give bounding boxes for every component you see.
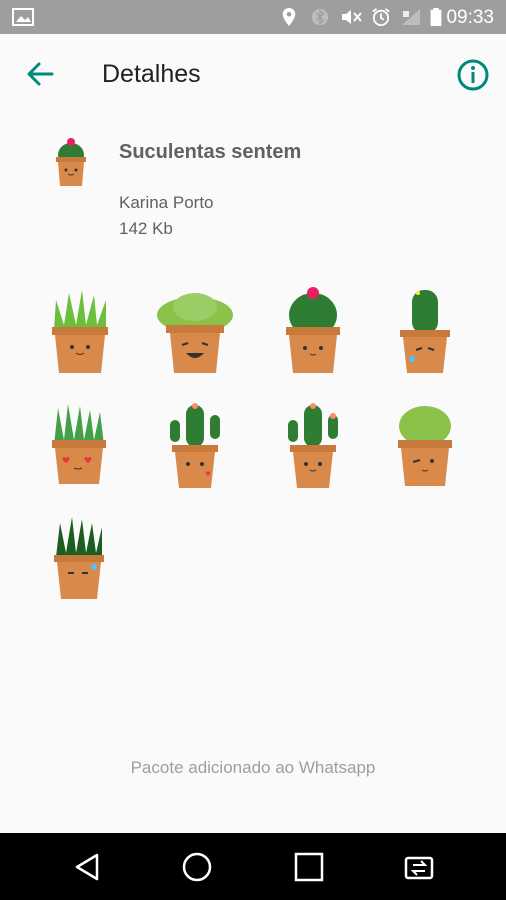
bluetooth-icon — [311, 8, 329, 26]
recents-square-icon[interactable] — [293, 851, 325, 883]
sticker-arm-cactus-flowers[interactable] — [268, 400, 358, 495]
pack-name: Suculentas sentem — [119, 141, 302, 163]
home-circle-icon[interactable] — [181, 851, 213, 883]
system-nav-bar — [0, 833, 506, 900]
sticker-grass-succulent-love[interactable] — [34, 400, 124, 495]
location-icon — [282, 8, 296, 26]
page-title: Detalhes — [102, 60, 201, 88]
signal-icon — [402, 9, 420, 25]
mute-icon — [342, 10, 362, 24]
sticker-arm-cactus-kiss[interactable] — [150, 400, 240, 495]
gallery-notification-icon — [12, 8, 34, 26]
info-icon[interactable] — [456, 58, 490, 92]
sticker-rosette-smiling[interactable] — [150, 285, 240, 380]
sticker-spiky-succulent[interactable] — [34, 285, 124, 380]
back-triangle-icon[interactable] — [71, 851, 103, 883]
sticker-round-cactus-flower[interactable] — [268, 285, 358, 380]
back-arrow-icon[interactable] — [24, 58, 56, 90]
status-bar: 09:33 — [0, 0, 506, 34]
status-time: 09:33 — [446, 7, 494, 28]
sticker-tall-cactus-sad[interactable] — [380, 285, 470, 380]
switch-app-icon[interactable] — [403, 851, 435, 883]
battery-icon — [430, 8, 442, 26]
pack-added-status: Pacote adicionado ao Whatsapp — [130, 758, 376, 777]
sticker-dark-spiky-sweat[interactable] — [34, 515, 124, 610]
sticker-rosette-winking[interactable] — [380, 400, 470, 495]
pack-size: 142 Kb — [119, 219, 173, 238]
pack-author: Karina Porto — [119, 193, 214, 212]
app-bar: Detalhes — [0, 34, 506, 114]
pack-tray-icon — [56, 138, 86, 186]
alarm-icon — [372, 8, 390, 26]
